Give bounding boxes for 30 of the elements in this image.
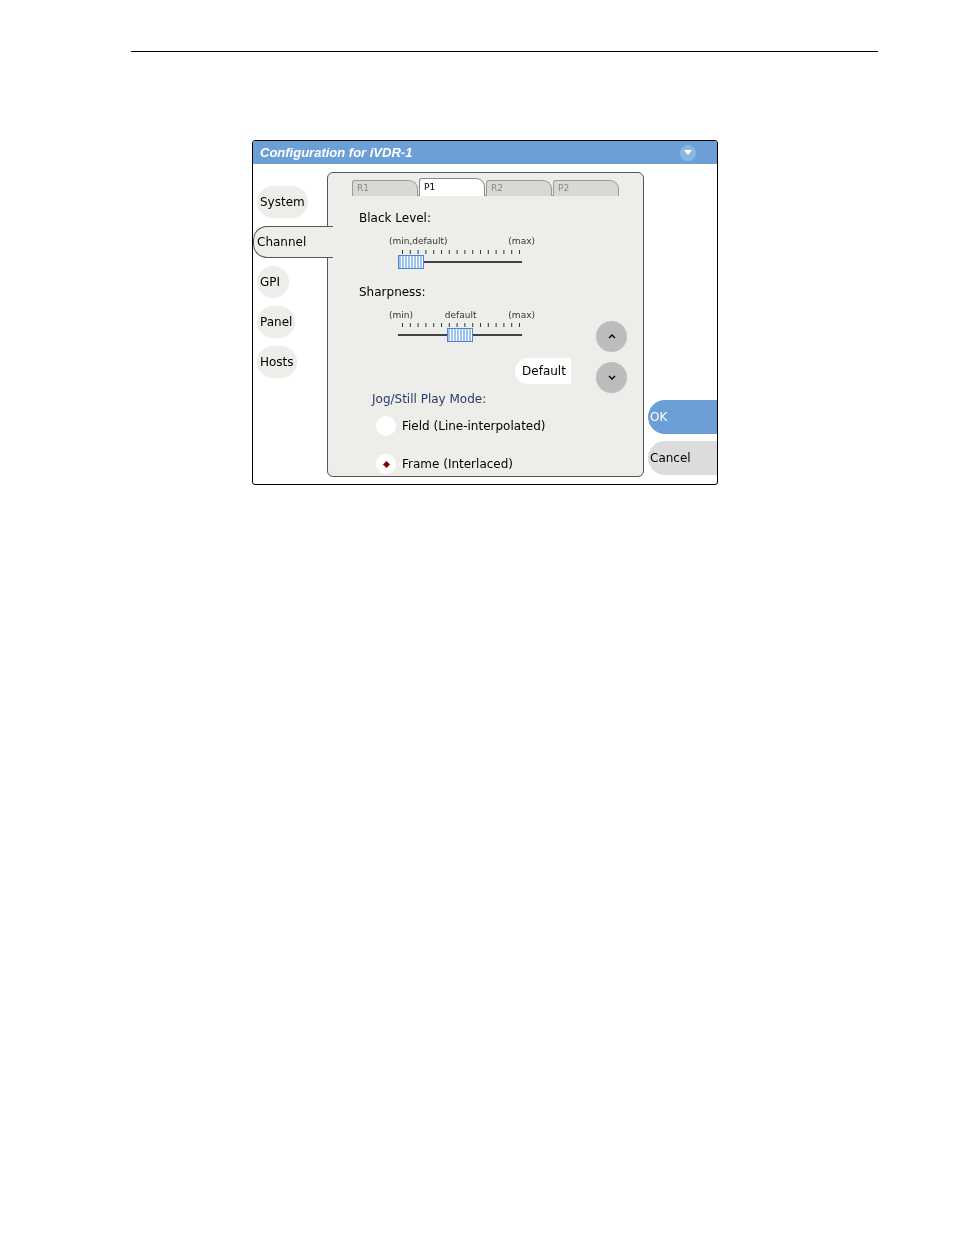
scale-label: (min) — [389, 308, 413, 322]
radio-button[interactable] — [376, 454, 396, 474]
sidebar-item[interactable]: Channel — [253, 226, 333, 258]
slider[interactable] — [398, 254, 522, 269]
sidebar-item[interactable]: GPI — [257, 266, 289, 298]
tab[interactable]: P1 — [419, 178, 485, 196]
scale-label: (max) — [508, 235, 535, 248]
default-button[interactable]: Default — [515, 358, 571, 384]
sidebar-item[interactable]: Hosts — [257, 346, 297, 378]
jog-mode-label: Jog/Still Play Mode: — [372, 391, 488, 408]
scroll-up-button[interactable] — [596, 321, 627, 352]
sidebar-item[interactable]: System — [257, 186, 308, 218]
sidebar-item[interactable]: Panel — [257, 306, 296, 338]
slider-label: Sharpness: — [359, 283, 427, 301]
scale-label: (min,default) — [389, 235, 448, 248]
slider-thumb[interactable] — [398, 254, 424, 269]
chevron-up-icon — [607, 334, 616, 339]
slider-label: Black Level: — [359, 210, 432, 227]
radio-label: Frame (Interlaced) — [402, 456, 514, 473]
caret-icon — [684, 150, 692, 155]
chevron-down-icon — [607, 375, 616, 380]
slider[interactable] — [398, 328, 522, 342]
cancel-button[interactable]: Cancel — [648, 441, 717, 475]
slider-thumb[interactable] — [447, 328, 473, 342]
radio-label: Field (Line-interpolated) — [402, 418, 546, 435]
scroll-down-button[interactable] — [596, 362, 627, 393]
dropdown-button[interactable] — [680, 144, 696, 161]
scale-label: (max) — [508, 308, 535, 322]
window-title: Configuration for iVDR-1 — [260, 143, 413, 162]
scale-label: default — [444, 308, 477, 322]
